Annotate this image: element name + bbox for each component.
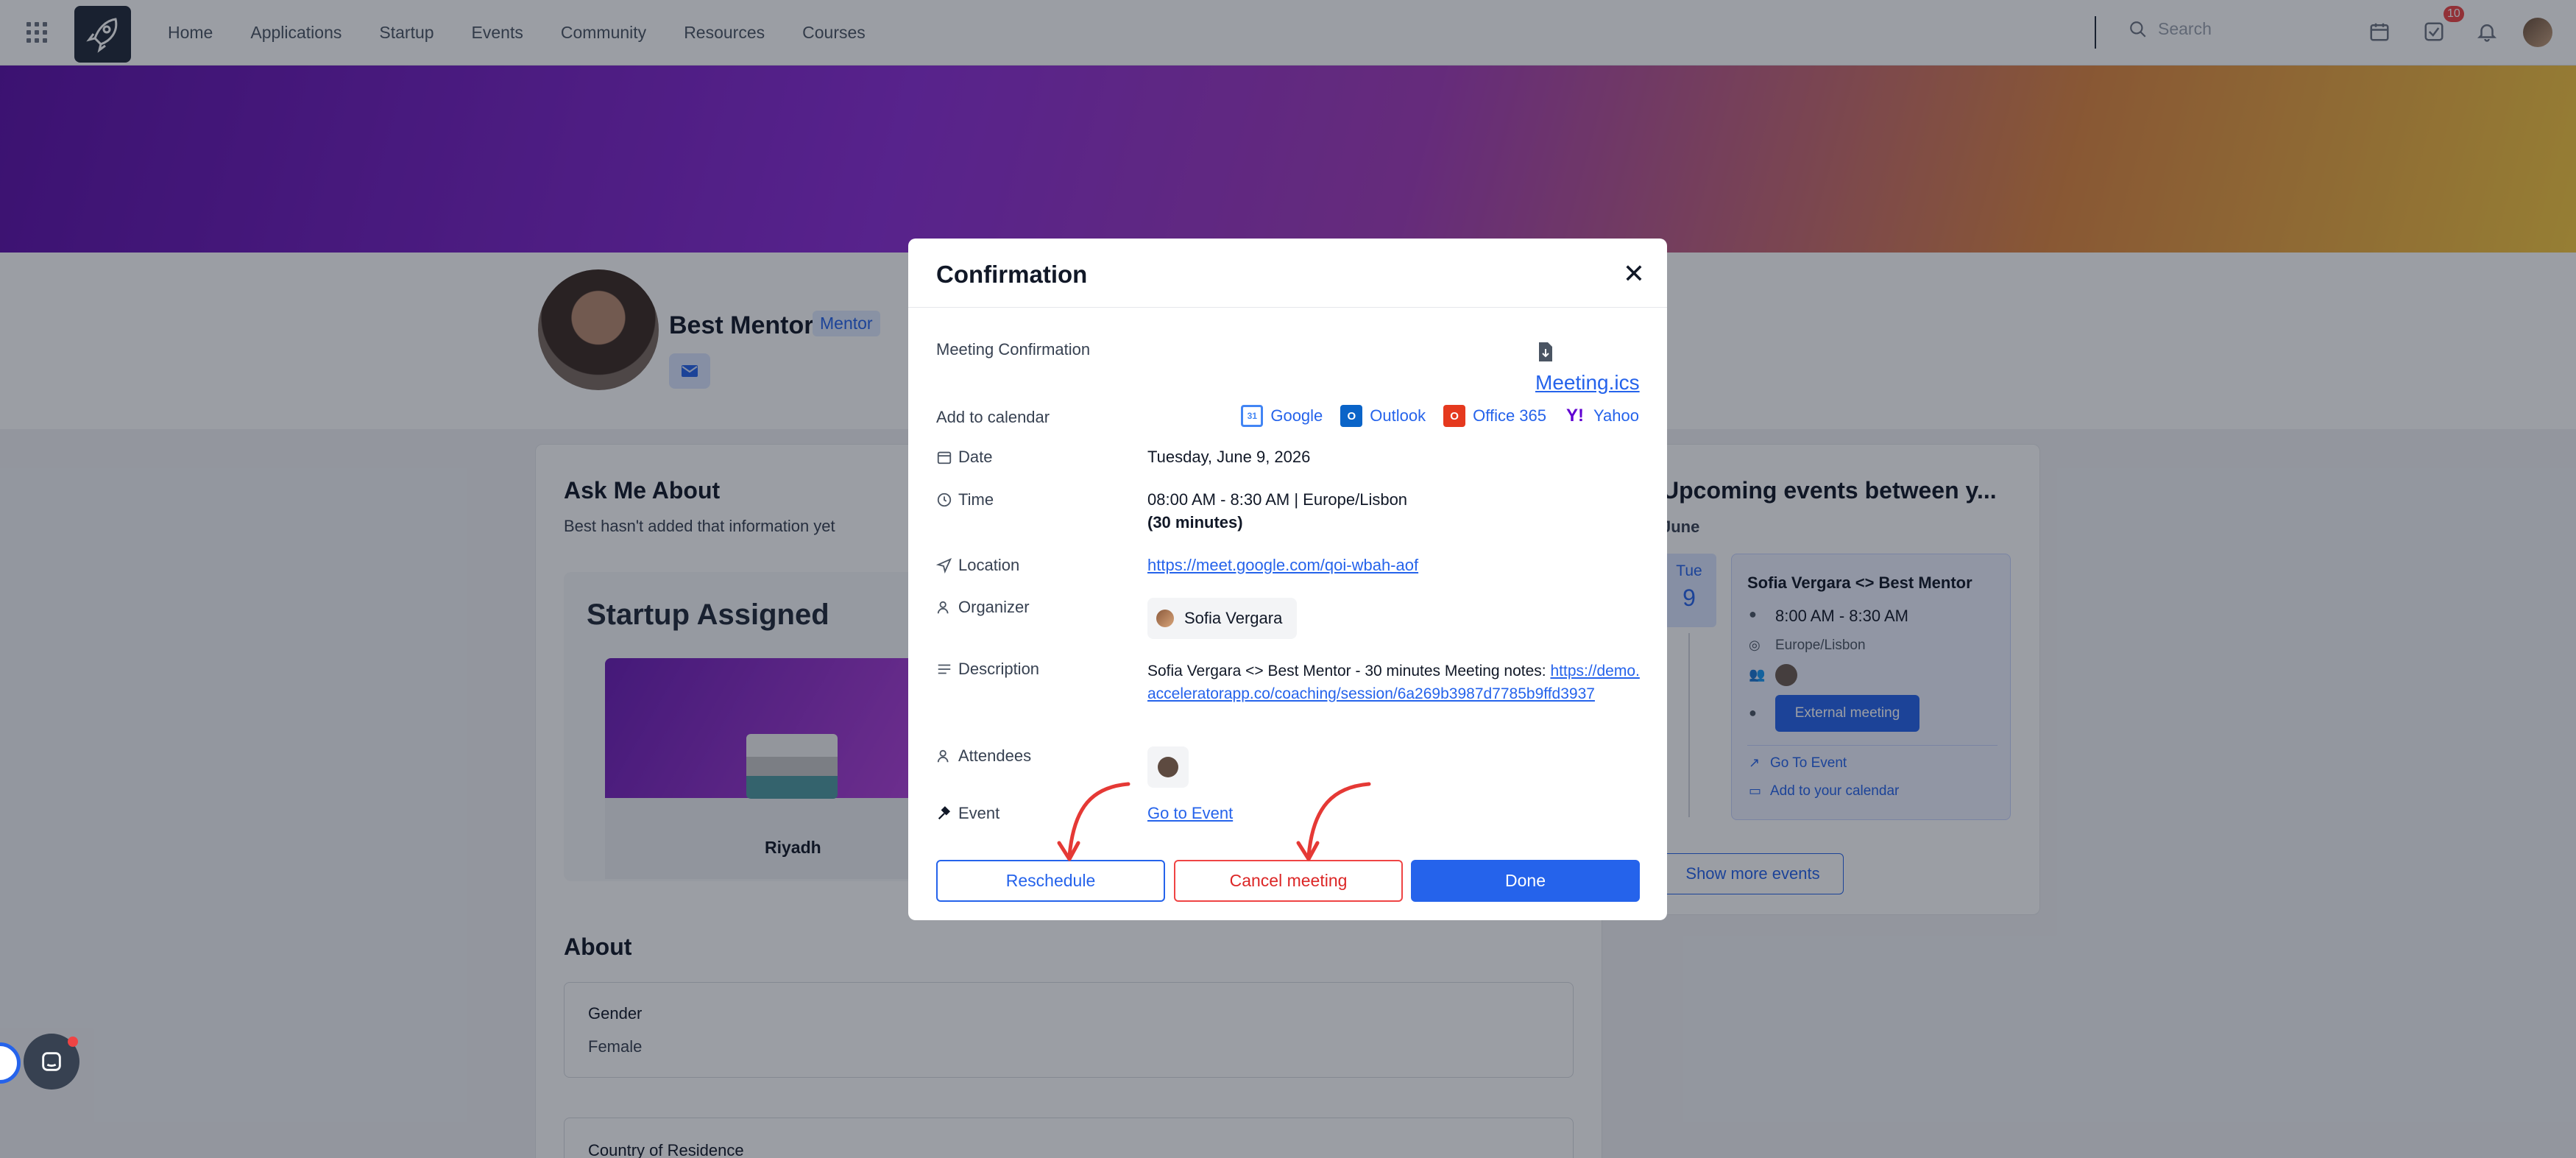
time-row-label: Time: [936, 490, 994, 509]
organizer-name: Sofia Vergara: [1184, 609, 1283, 627]
add-to-calendar-label: Add to calendar: [936, 408, 1050, 427]
date-label: Date: [958, 448, 993, 466]
attendees-icon: [937, 749, 949, 763]
annotation-arrow-cancel: [1296, 782, 1371, 861]
attendees-row-label: Attendees: [936, 746, 1031, 766]
text-lines-icon: [938, 664, 951, 674]
event-label: Event: [958, 804, 1000, 822]
date-row-label: Date: [936, 448, 992, 467]
location-row-label: Location: [936, 556, 1019, 575]
description-text: Sofia Vergara <> Best Mentor - 30 minute…: [1147, 663, 1551, 679]
time-value: 08:00 AM - 8:30 AM | Europe/Lisbon: [1147, 490, 1408, 509]
location-label: Location: [958, 556, 1020, 574]
office365-icon: O: [1443, 405, 1466, 427]
ics-download-link[interactable]: Meeting.ics: [1535, 371, 1640, 395]
event-row-label: Event: [936, 804, 999, 823]
organizer-label: Organizer: [958, 598, 1030, 616]
close-icon[interactable]: ✕: [1619, 259, 1649, 289]
office365-calendar-button[interactable]: O Office 365: [1443, 405, 1546, 427]
reschedule-button[interactable]: Reschedule: [936, 860, 1165, 902]
google-calendar-label: Google: [1270, 406, 1323, 425]
duration-value: (30 minutes): [1147, 513, 1243, 532]
location-link[interactable]: https://meet.google.com/qoi-wbah-aof: [1147, 556, 1418, 575]
gavel-icon: [938, 806, 951, 820]
description-label: Description: [958, 660, 1040, 678]
yahoo-calendar-button[interactable]: Y! Yahoo: [1564, 405, 1639, 427]
time-label: Time: [958, 490, 994, 509]
modal-header: Confirmation ✕: [908, 239, 1667, 308]
chat-notification-dot: [68, 1037, 78, 1047]
yahoo-icon: Y!: [1564, 405, 1587, 427]
go-to-event-link[interactable]: Go to Event: [1147, 804, 1233, 823]
clock-icon: [937, 492, 952, 507]
yahoo-label: Yahoo: [1593, 406, 1639, 425]
attendee-avatar: [1158, 757, 1178, 777]
chat-icon: [42, 1052, 61, 1071]
attendees-label: Attendees: [958, 746, 1032, 765]
navigation-arrow-icon: [936, 557, 952, 573]
organizer-avatar: [1156, 610, 1174, 627]
calendar-icon: [937, 451, 952, 465]
description-row-label: Description: [936, 660, 1039, 679]
office365-label: Office 365: [1473, 406, 1547, 425]
outlook-icon: O: [1340, 405, 1363, 427]
outlook-label: Outlook: [1370, 406, 1426, 425]
organizer-row-label: Organizer: [936, 598, 1030, 617]
file-download-icon[interactable]: [1537, 342, 1554, 362]
cancel-meeting-button[interactable]: Cancel meeting: [1174, 860, 1403, 902]
meeting-confirmation-label: Meeting Confirmation: [936, 340, 1090, 359]
google-calendar-icon: 31: [1241, 405, 1264, 427]
date-value: Tuesday, June 9, 2026: [1147, 448, 1311, 466]
meeting-confirmation-text: Meeting Confirmation: [936, 340, 1091, 359]
done-button[interactable]: Done: [1411, 860, 1640, 902]
attendee-chip[interactable]: [1147, 746, 1189, 788]
calendar-options: 31 Google O Outlook O Office 365 Y! Yaho…: [1241, 405, 1639, 427]
add-to-calendar-text: Add to calendar: [936, 408, 1050, 426]
description-value: Sofia Vergara <> Best Mentor - 30 minute…: [1147, 660, 1644, 705]
organizer-chip[interactable]: Sofia Vergara: [1147, 598, 1298, 639]
modal-title: Confirmation: [936, 261, 1088, 288]
user-icon: [937, 601, 949, 614]
google-calendar-button[interactable]: 31 Google: [1241, 405, 1323, 427]
outlook-calendar-button[interactable]: O Outlook: [1340, 405, 1426, 427]
annotation-arrow-reschedule: [1057, 782, 1130, 861]
